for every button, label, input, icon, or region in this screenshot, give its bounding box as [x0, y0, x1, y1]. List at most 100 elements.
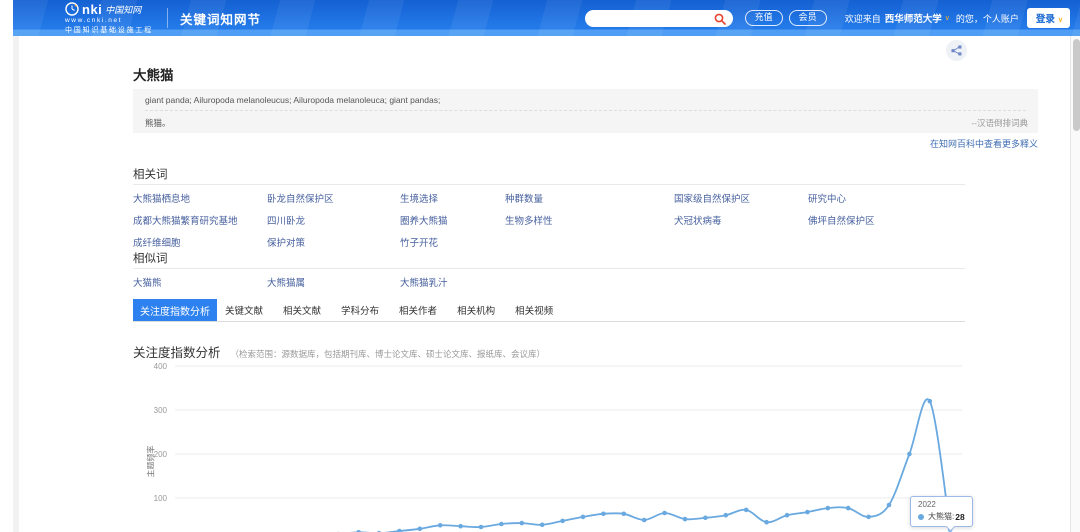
data-point[interactable]: [520, 521, 525, 526]
data-point[interactable]: [826, 506, 831, 511]
data-point[interactable]: [683, 517, 688, 522]
chart-y-tick: 400: [137, 362, 167, 371]
tooltip-series-label: 大熊猫:: [928, 511, 954, 522]
related-word-link[interactable]: 生境选择: [400, 191, 505, 213]
data-point[interactable]: [785, 513, 790, 518]
tab-6[interactable]: 相关机构: [457, 299, 495, 321]
cnki-keyword-page: nki 中国知网 www.cnki.net 中国知识基础设施工程 关键词知网节 …: [0, 0, 1080, 532]
logo-name-cn: 中国知网: [105, 6, 141, 15]
similar-words-rule: [133, 268, 965, 269]
related-word-link[interactable]: 研究中心: [808, 191, 973, 213]
search-icon[interactable]: [714, 13, 726, 25]
data-point[interactable]: [458, 524, 463, 529]
baike-more-link[interactable]: 在知网百科中查看更多释义: [930, 137, 1038, 150]
data-point[interactable]: [662, 511, 667, 516]
data-point[interactable]: [887, 503, 892, 508]
header: nki 中国知网 www.cnki.net 中国知识基础设施工程 关键词知网节 …: [13, 0, 1080, 36]
welcome-org[interactable]: 西华师范大学: [885, 11, 942, 25]
data-point[interactable]: [866, 515, 871, 520]
data-point[interactable]: [601, 512, 606, 517]
definition-box: giant panda; Ailuropoda melanoleucus; Ai…: [133, 89, 1038, 133]
related-words-heading: 相关词: [133, 166, 168, 182]
org-caret-down-icon[interactable]: ∨: [945, 14, 950, 22]
tooltip-series-dot-icon: [918, 514, 924, 520]
recharge-button[interactable]: 充值: [745, 10, 783, 26]
data-point[interactable]: [846, 506, 851, 511]
related-word-link[interactable]: 保护对策: [267, 235, 400, 257]
section-tabs: 关注度指数分析关键文献相关文献学科分布相关作者相关机构相关视频: [133, 299, 965, 322]
related-word-link[interactable]: 圈养大熊猫: [400, 213, 505, 235]
data-point[interactable]: [907, 452, 912, 457]
header-divider: [167, 8, 168, 28]
related-word-link[interactable]: 成都大熊猫繁育研究基地: [133, 213, 267, 235]
data-point[interactable]: [642, 518, 647, 523]
data-point[interactable]: [764, 520, 769, 525]
related-word-link[interactable]: 生物多样性: [505, 213, 674, 235]
tab-1[interactable]: 关注度指数分析: [133, 299, 217, 321]
cnki-clock-logo-icon: [65, 2, 79, 16]
chart-tooltip: 2022 大熊猫: 28: [910, 496, 973, 527]
related-word-link[interactable]: 竹子开花: [400, 235, 505, 257]
logo-slogan: 中国知识基础设施工程: [65, 27, 153, 34]
related-word-link[interactable]: 卧龙自然保护区: [267, 191, 400, 213]
data-point[interactable]: [805, 510, 810, 515]
header-search-box[interactable]: [585, 10, 733, 27]
related-word-link[interactable]: 犬冠状病毒: [674, 213, 808, 235]
definition-chinese: 熊猫。: [145, 111, 1026, 129]
share-icon: [951, 45, 962, 56]
similar-word-link[interactable]: 大熊猫乳汁: [400, 275, 733, 297]
cnki-logo[interactable]: nki 中国知网 www.cnki.net 中国知识基础设施工程: [65, 2, 153, 35]
page-title: 大熊猫: [133, 64, 174, 84]
login-button[interactable]: 登录∨: [1027, 8, 1070, 28]
login-caret-down-icon: ∨: [1058, 17, 1063, 24]
series-line: [175, 399, 950, 532]
data-point[interactable]: [581, 515, 586, 520]
data-point[interactable]: [418, 527, 423, 532]
logo-url: www.cnki.net: [65, 18, 153, 25]
tooltip-value: 28: [955, 512, 964, 522]
similar-words-heading: 相似词: [133, 250, 168, 266]
share-button[interactable]: [946, 40, 967, 61]
related-words-grid: 大熊猫栖息地卧龙自然保护区生境选择种群数量国家级自然保护区研究中心成都大熊猫繁育…: [133, 191, 973, 257]
chart-y-tick: 300: [137, 406, 167, 415]
data-point[interactable]: [540, 523, 545, 528]
chart-y-tick: 200: [137, 450, 167, 459]
data-point[interactable]: [622, 512, 627, 517]
welcome-prefix: 欢迎来自: [845, 12, 881, 25]
definition-source: --汉语倒排词典: [971, 117, 1028, 129]
welcome-suffix: 的您，个人账户: [956, 12, 1019, 25]
member-button[interactable]: 会员: [789, 10, 827, 26]
scrollbar-thumb[interactable]: [1073, 39, 1080, 131]
similar-words-grid: 大猫熊大熊猫属大熊猫乳汁: [133, 275, 733, 297]
related-word-link[interactable]: 种群数量: [505, 191, 674, 213]
related-word-link[interactable]: 国家级自然保护区: [674, 191, 808, 213]
chart-canvas: [135, 356, 975, 532]
tab-4[interactable]: 学科分布: [341, 299, 379, 321]
data-point[interactable]: [499, 522, 504, 527]
data-point[interactable]: [438, 523, 443, 528]
data-point[interactable]: [724, 513, 729, 518]
tooltip-year: 2022: [918, 500, 965, 509]
data-point[interactable]: [928, 399, 933, 404]
similar-word-link[interactable]: 大熊猫属: [267, 275, 400, 297]
similar-word-link[interactable]: 大猫熊: [133, 275, 267, 297]
related-word-link[interactable]: 四川卧龙: [267, 213, 400, 235]
logo-latin: nki: [82, 3, 102, 16]
vertical-scrollbar[interactable]: [1070, 36, 1080, 532]
related-words-rule: [133, 184, 965, 185]
data-point[interactable]: [479, 525, 484, 530]
data-point[interactable]: [744, 508, 749, 513]
site-title: 关键词知网节: [180, 9, 261, 28]
attention-index-chart: 主题频率 2022 大熊猫: 28 100200300400: [135, 356, 975, 532]
tab-2[interactable]: 关键文献: [225, 299, 263, 321]
tab-3[interactable]: 相关文献: [283, 299, 321, 321]
data-point[interactable]: [560, 519, 565, 524]
tab-5[interactable]: 相关作者: [399, 299, 437, 321]
left-gutter: [13, 36, 19, 532]
header-search-input[interactable]: [593, 11, 711, 25]
related-word-link[interactable]: 佛坪自然保护区: [808, 213, 973, 235]
chart-y-tick: 100: [137, 494, 167, 503]
tab-7[interactable]: 相关视频: [515, 299, 553, 321]
data-point[interactable]: [703, 516, 708, 521]
related-word-link[interactable]: 大熊猫栖息地: [133, 191, 267, 213]
